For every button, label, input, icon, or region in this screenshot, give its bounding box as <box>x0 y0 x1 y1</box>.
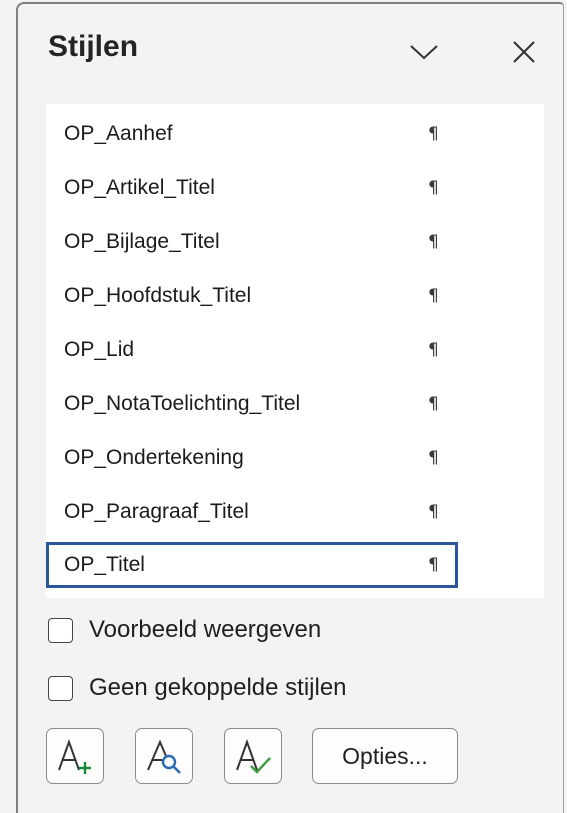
styles-list[interactable]: OP_Aanhef ¶ OP_Artikel_Titel ¶ OP_Bijlag… <box>46 104 544 598</box>
paragraph-style-icon: ¶ <box>428 340 439 360</box>
style-item-label: OP_Titel <box>64 553 145 576</box>
new-style-button[interactable] <box>46 728 104 784</box>
manage-styles-icon <box>236 739 271 774</box>
style-item-label: OP_Hoofdstuk_Titel <box>64 284 252 307</box>
chevron-down-icon <box>410 45 438 60</box>
style-item-label: OP_Lid <box>64 338 135 361</box>
style-item-op-lid[interactable]: OP_Lid ¶ <box>46 329 458 371</box>
style-item-op-artikel-titel[interactable]: OP_Artikel_Titel ¶ <box>46 167 458 209</box>
style-inspector-icon <box>147 739 181 774</box>
new-style-icon <box>58 739 91 774</box>
styles-pane: Stijlen OP_Aanhef ¶ OP_Artikel_Titel ¶ O… <box>16 2 564 813</box>
style-item-op-aanhef[interactable]: OP_Aanhef ¶ <box>46 113 458 155</box>
show-preview-checkbox[interactable] <box>48 617 73 643</box>
style-item-label: OP_Aanhef <box>64 122 173 145</box>
paragraph-style-icon: ¶ <box>428 502 439 522</box>
style-item-op-bijlage-titel[interactable]: OP_Bijlage_Titel ¶ <box>46 221 458 263</box>
style-item-op-hoofdstuk-titel[interactable]: OP_Hoofdstuk_Titel ¶ <box>46 275 458 317</box>
close-button[interactable] <box>506 34 542 70</box>
paragraph-style-icon: ¶ <box>428 555 439 575</box>
paragraph-style-icon: ¶ <box>428 286 439 306</box>
style-item-label: OP_Bijlage_Titel <box>64 230 220 253</box>
pane-title: Stijlen <box>48 30 139 63</box>
style-item-label: OP_Paragraaf_Titel <box>64 500 249 523</box>
manage-styles-button[interactable] <box>224 728 282 784</box>
paragraph-style-icon: ¶ <box>428 448 439 468</box>
disable-linked-styles-label: Geen gekoppelde stijlen <box>89 674 347 701</box>
show-preview-label: Voorbeeld weergeven <box>89 616 322 643</box>
options-button[interactable]: Opties... <box>312 728 458 784</box>
style-item-op-titel[interactable]: OP_Titel ¶ <box>46 542 458 588</box>
disable-linked-styles-option[interactable]: Geen gekoppelde stijlen <box>48 671 347 705</box>
paragraph-style-icon: ¶ <box>428 124 439 144</box>
style-item-op-paragraaf-titel[interactable]: OP_Paragraaf_Titel ¶ <box>46 491 458 533</box>
show-preview-option[interactable]: Voorbeeld weergeven <box>48 613 321 647</box>
pane-options-button[interactable] <box>406 34 442 70</box>
style-item-op-ondertekening[interactable]: OP_Ondertekening ¶ <box>46 437 458 479</box>
style-item-label: OP_Ondertekening <box>64 446 244 469</box>
close-icon <box>513 41 535 63</box>
paragraph-style-icon: ¶ <box>428 232 439 252</box>
disable-linked-styles-checkbox[interactable] <box>48 675 73 701</box>
style-inspector-button[interactable] <box>135 728 193 784</box>
paragraph-style-icon: ¶ <box>428 394 439 414</box>
style-item-label: OP_NotaToelichting_Titel <box>64 392 301 415</box>
paragraph-style-icon: ¶ <box>428 178 439 198</box>
style-item-op-notatoelichting-titel[interactable]: OP_NotaToelichting_Titel ¶ <box>46 383 458 425</box>
style-item-label: OP_Artikel_Titel <box>64 176 215 199</box>
